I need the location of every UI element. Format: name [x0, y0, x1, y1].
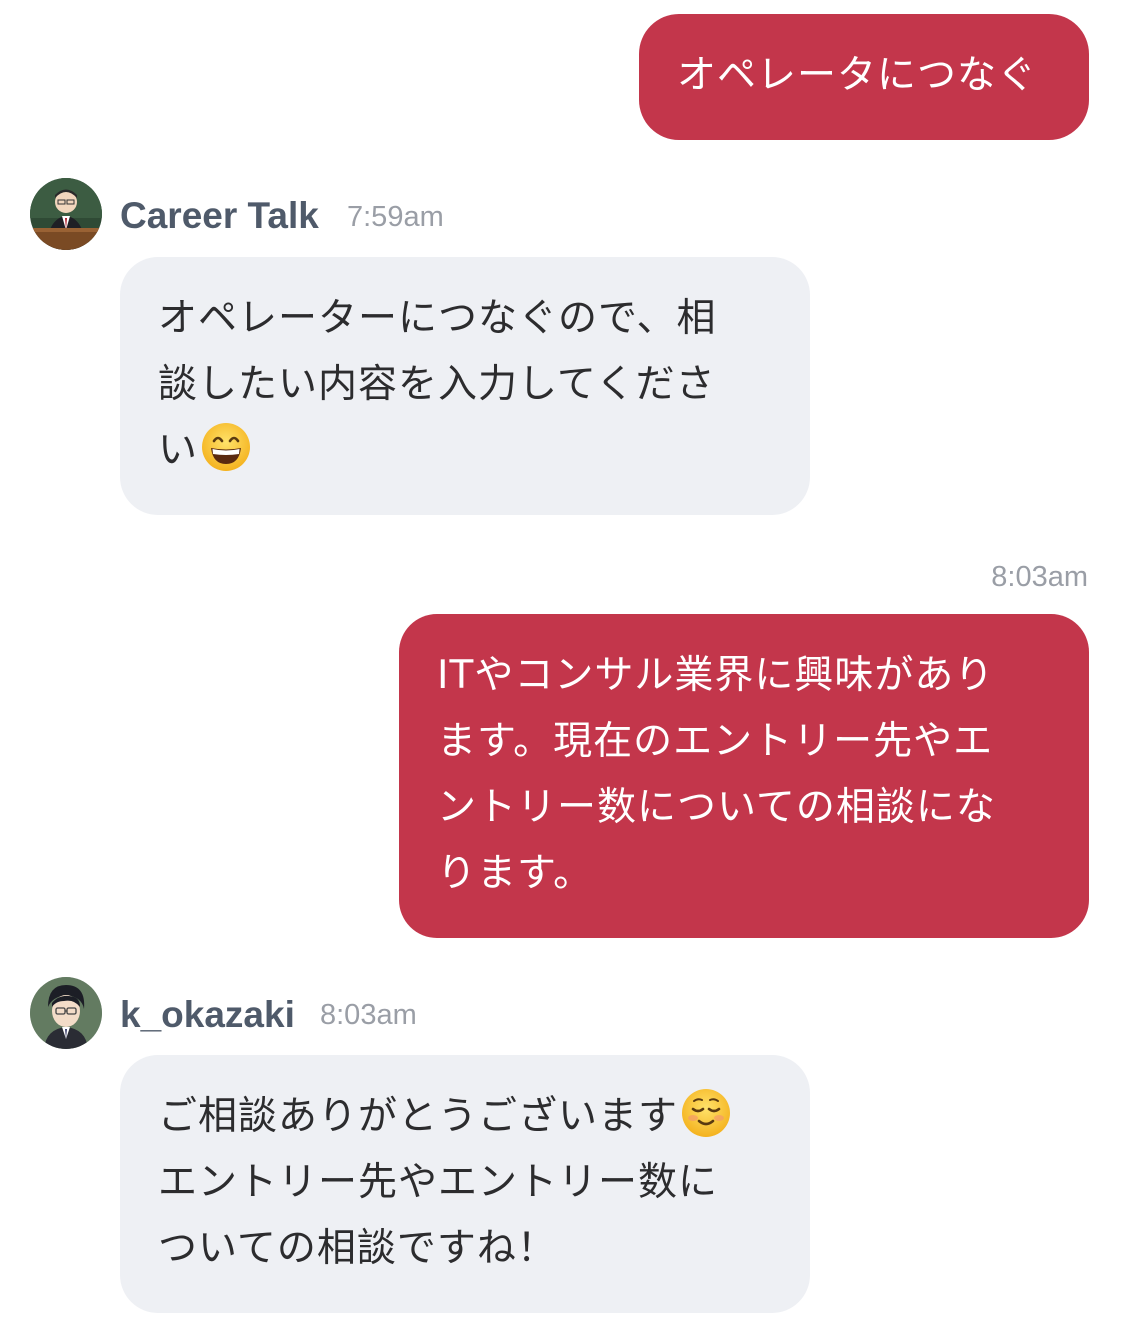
message-text: ります。 [437, 851, 594, 896]
career-talk-avatar[interactable] [30, 178, 102, 250]
grinning-face-emoji [202, 423, 251, 471]
outgoing-message-bubble[interactable]: オペレータにつなぐ [639, 14, 1089, 140]
smiling-face-emoji [682, 1089, 731, 1137]
message-text: ントリー数についての相談にな [437, 785, 996, 830]
sender-name[interactable]: k_okazaki [120, 994, 295, 1036]
message-text: オペレータにつなぐ [677, 53, 1038, 98]
message-text: ついての相談ですね！ [158, 1226, 557, 1271]
outgoing-message-bubble[interactable]: ITやコンサル業界に興味があり ます。現在のエントリー先やエ ントリー数について… [399, 614, 1089, 938]
message-text: エントリー先やエントリー数に [158, 1160, 719, 1205]
operator-avatar-icon [30, 977, 102, 1049]
message-text: い [158, 428, 199, 473]
incoming-message-bubble[interactable]: ご相談ありがとうございます エントリー先やエントリー数に ついての相談ですね！ [120, 1055, 810, 1313]
teacher-avatar-icon [30, 178, 102, 250]
message-timestamp: 8:03am [320, 999, 417, 1031]
message-text: オペレーターにつなぐので、相 [158, 296, 717, 341]
k-okazaki-avatar[interactable] [30, 977, 102, 1049]
message-text: ITやコンサル業界に興味があり [437, 653, 995, 698]
message-timestamp: 8:03am [991, 561, 1088, 593]
message-timestamp: 7:59am [347, 201, 444, 233]
sender-name[interactable]: Career Talk [120, 195, 319, 237]
message-text: ご相談ありがとうございます [158, 1094, 679, 1139]
incoming-message-bubble[interactable]: オペレーターにつなぐので、相 談したい内容を入力してくださ い [120, 257, 810, 515]
message-text: 談したい内容を入力してくださ [158, 362, 716, 407]
message-text: ます。現在のエントリー先やエ [437, 719, 994, 764]
